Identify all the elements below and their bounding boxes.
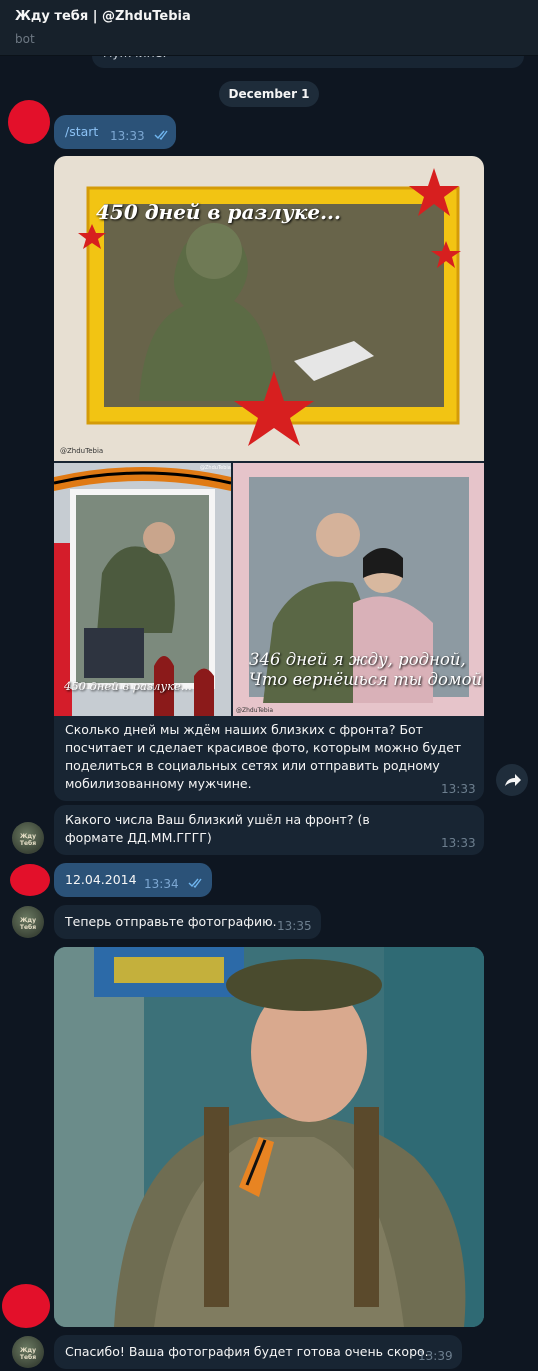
message-date-question[interactable]: Какого числа Ваш близкий ушёл на фронт? … <box>54 805 484 855</box>
message-text: Теперь отправьте фотографию. <box>65 914 277 929</box>
message-text: 12.04.2014 <box>65 872 137 887</box>
message-text: /start <box>65 124 99 139</box>
user-avatar-redacted <box>10 864 50 896</box>
bot-avatar[interactable]: Жду Тебя <box>12 906 44 938</box>
date-divider: December 1 <box>219 81 319 107</box>
share-arrow-icon <box>505 774 521 786</box>
chat-header[interactable]: Жду тебя | @ZhduTebia bot <box>0 0 538 56</box>
message-date-answer[interactable]: 12.04.2014 13:34 <box>54 863 212 897</box>
bot-avatar[interactable]: Жду Тебя <box>12 822 44 854</box>
album-image-3[interactable]: 346 дней я жду, родной, Что вернёшься ты… <box>233 463 484 716</box>
message-photo-request[interactable]: Теперь отправьте фотографию. 13:35 <box>54 905 321 939</box>
image-watermark: @ZhduTebia <box>60 447 104 455</box>
message-time: 13:33 <box>441 836 476 850</box>
message-time: 13:39 <box>418 1349 453 1363</box>
image-caption: 450 дней в разлуке... <box>96 200 341 224</box>
image-caption-line-1: 346 дней я жду, родной, <box>249 650 466 669</box>
album-caption-text: Сколько дней мы ждём наших близких с фро… <box>65 722 462 791</box>
album-message[interactable]: 450 дней в разлуке... @ZhduTebia 450 дне… <box>54 156 484 801</box>
read-checkmarks-icon <box>188 878 202 888</box>
message-text: Спасибо! Ваша фотография будет готова оч… <box>65 1344 429 1359</box>
photo-illustration <box>54 947 484 1327</box>
message-photo[interactable] <box>54 947 484 1327</box>
message-time: 13:35 <box>277 919 312 933</box>
message-time: 13:34 <box>144 877 179 891</box>
message-start[interactable]: /start 13:33 <box>54 115 176 149</box>
image-watermark: @ZhduTebia <box>236 707 274 714</box>
message-time: 13:33 <box>441 782 476 796</box>
message-text: Какого числа Ваш близкий ушёл на фронт? … <box>65 812 370 845</box>
read-checkmarks-icon <box>154 130 168 140</box>
image-caption: 450 дней в разлуке... <box>64 679 192 693</box>
message-thanks[interactable]: Спасибо! Ваша фотография будет готова оч… <box>54 1335 462 1369</box>
user-avatar-redacted <box>8 100 50 144</box>
message-time: 13:33 <box>110 129 145 143</box>
album-image-2[interactable]: 450 дней в разлуке... @ZhduTebia <box>54 463 231 716</box>
user-avatar-redacted <box>2 1284 50 1328</box>
chat-subtitle: bot <box>15 32 35 46</box>
image-watermark: @ZhduTebia <box>200 465 231 471</box>
image-caption-line-2: Что вернёшься ты домой <box>249 670 483 689</box>
album-image-1[interactable]: 450 дней в разлуке... @ZhduTebia <box>54 156 484 461</box>
forward-button[interactable] <box>496 764 528 796</box>
chat-title: Жду тебя | @ZhduTebia <box>15 9 191 24</box>
bot-avatar[interactable]: Жду Тебя <box>12 1336 44 1368</box>
